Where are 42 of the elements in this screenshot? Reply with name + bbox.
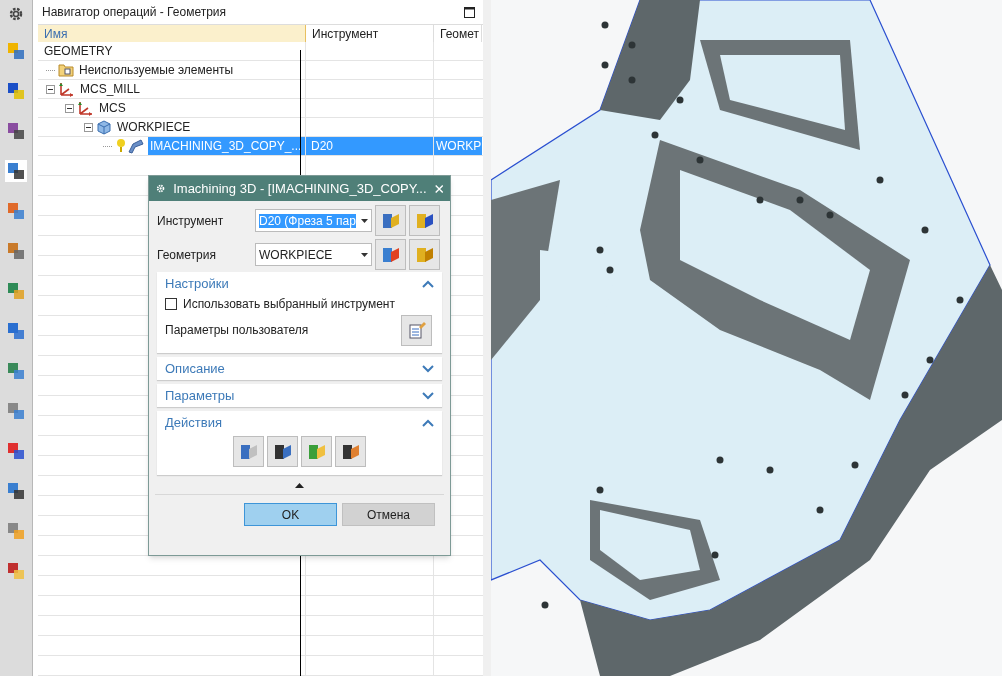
tree-item[interactable]: Неиспользуемые элементы <box>77 61 236 79</box>
column-header[interactable]: Имя <box>38 25 306 42</box>
cancel-button[interactable]: Отмена <box>342 503 435 526</box>
section-header[interactable]: Описание <box>165 357 434 380</box>
collapse-icon[interactable] <box>84 122 93 132</box>
geometry-dropdown[interactable]: WORKPIECE <box>255 243 372 266</box>
collapse-dialog-icon[interactable] <box>295 483 304 488</box>
tree-item[interactable]: MCS <box>97 99 128 117</box>
user-parameters-label: Параметры пользователя <box>165 322 309 339</box>
caret-icon <box>361 218 368 223</box>
expand-icon[interactable] <box>422 364 434 373</box>
section-header[interactable]: Настройки <box>165 272 434 295</box>
table-cell-text: WORKP <box>436 138 482 155</box>
coordinate-axes-icon <box>58 81 75 97</box>
edit-parameters-button[interactable] <box>401 314 432 346</box>
panel-title: Навигатор операций - Геометрия <box>42 4 227 21</box>
tree-item[interactable]: GEOMETRY <box>42 42 115 60</box>
field-label: Инструмент <box>157 212 225 230</box>
section-header[interactable]: Действия <box>165 411 434 434</box>
caret-icon <box>361 252 368 257</box>
collapse-icon[interactable] <box>46 84 55 94</box>
close-icon[interactable] <box>434 182 443 195</box>
ok-button[interactable]: OK <box>244 503 337 526</box>
dialog-title: Imachining 3D - [IMACHINING_3D_COPY... <box>173 179 427 198</box>
tree-item[interactable]: MCS_MILL <box>78 80 143 98</box>
notepad-icon <box>406 320 427 340</box>
collapse-icon[interactable] <box>65 103 74 113</box>
expand-icon[interactable] <box>422 391 434 400</box>
field-label: Геометрия <box>157 246 217 264</box>
checkbox[interactable] <box>165 298 177 310</box>
folder-icon <box>58 63 74 77</box>
section-header[interactable]: Параметры <box>165 384 434 407</box>
cube-icon <box>96 119 112 135</box>
settings-icon <box>156 182 166 195</box>
tree-item[interactable]: WORKPIECE <box>115 118 193 136</box>
table-cell-text: D20 <box>311 138 333 155</box>
checkbox-label: Использовать выбранный инструмент <box>183 296 395 313</box>
coordinate-axes-icon <box>77 100 94 116</box>
settings-icon[interactable] <box>8 6 24 22</box>
scrollbar[interactable] <box>483 0 491 676</box>
operation-icon <box>115 138 145 154</box>
maximize-icon[interactable] <box>464 6 475 18</box>
